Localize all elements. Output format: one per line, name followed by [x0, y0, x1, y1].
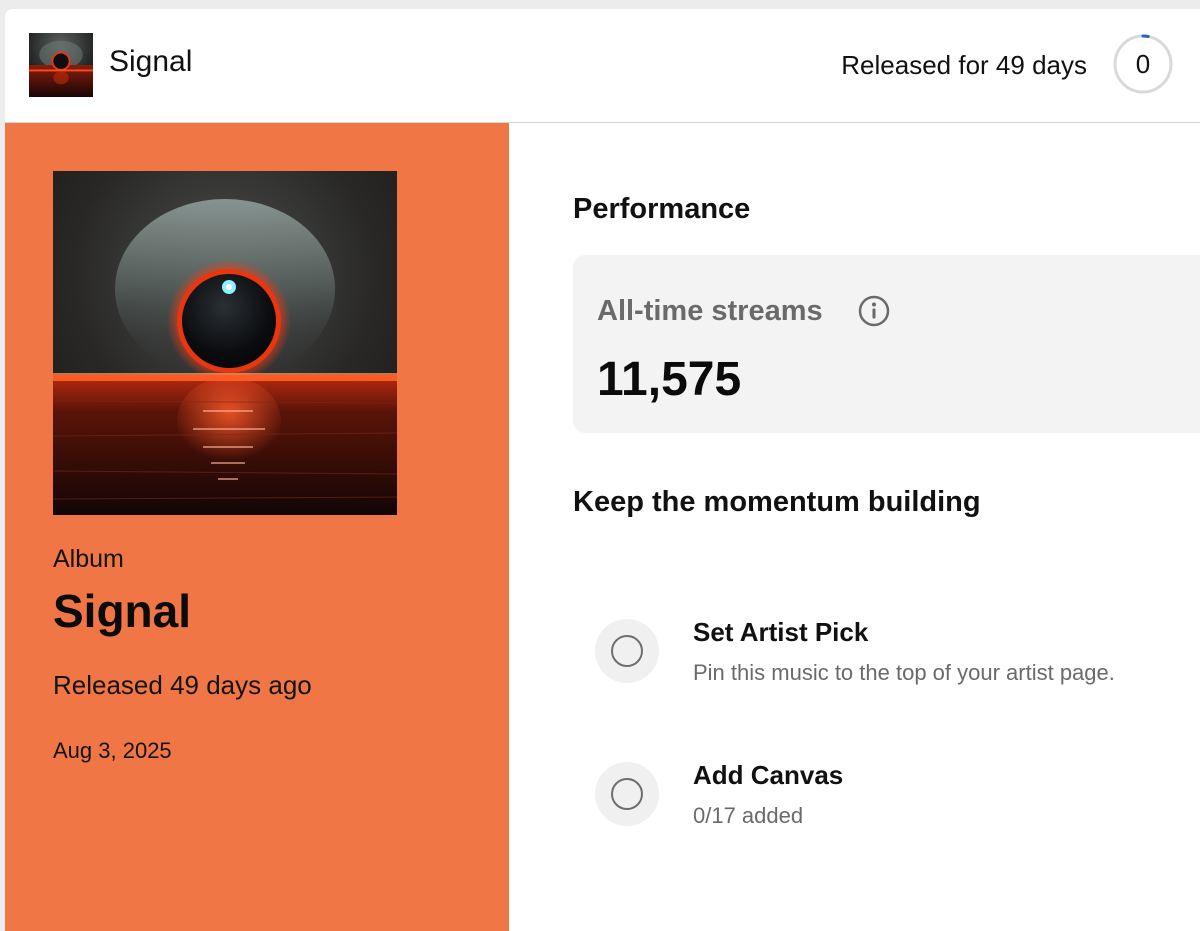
task-add-canvas[interactable]: Add Canvas 0/17 added	[595, 756, 1195, 832]
tasks-progress-indicator[interactable]: 0	[1112, 33, 1174, 95]
task-description: Pin this music to the top of your artist…	[693, 660, 1115, 685]
task-description: 0/17 added	[693, 803, 804, 828]
momentum-heading: Keep the momentum building	[573, 486, 981, 518]
release-page: Signal Released for 49 days 0 Album Sign…	[5, 9, 1200, 931]
header-release-title: Signal	[109, 45, 193, 78]
album-title: Signal	[53, 585, 192, 637]
release-header: Signal Released for 49 days 0	[5, 9, 1200, 123]
empty-circle-icon[interactable]	[595, 762, 659, 826]
all-time-streams-card: All-time streams 11,575	[573, 255, 1200, 433]
album-thumbnail[interactable]	[29, 33, 93, 97]
performance-heading: Performance	[573, 193, 751, 225]
release-type-label: Album	[53, 545, 124, 573]
album-cover-art	[53, 171, 397, 515]
task-set-artist-pick[interactable]: Set Artist Pick Pin this music to the to…	[595, 613, 1195, 689]
release-status-text: Released for 49 days	[841, 50, 1087, 80]
released-ago-text: Released 49 days ago	[53, 670, 312, 700]
tasks-completed-count: 0	[1135, 49, 1151, 79]
streams-value: 11,575	[597, 353, 742, 406]
info-icon[interactable]	[857, 294, 891, 328]
task-title: Set Artist Pick	[693, 617, 869, 647]
empty-circle-icon[interactable]	[595, 619, 659, 683]
release-date: Aug 3, 2025	[53, 738, 172, 763]
release-info-panel: Album Signal Released 49 days ago Aug 3,…	[5, 123, 509, 931]
streams-label: All-time streams	[597, 295, 823, 327]
task-title: Add Canvas	[693, 760, 844, 790]
